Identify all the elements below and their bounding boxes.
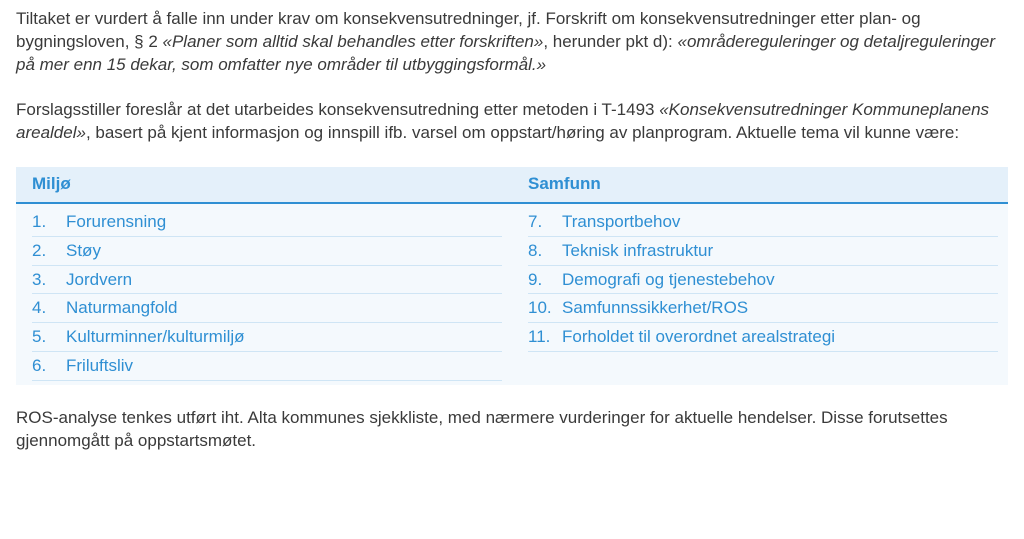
item-label: Støy xyxy=(66,240,502,263)
item-label: Jordvern xyxy=(66,269,502,292)
item-number: 2. xyxy=(32,240,66,263)
list-item: 3.Jordvern xyxy=(32,266,502,295)
list-item: 6.Friluftsliv xyxy=(32,352,502,381)
item-number: 3. xyxy=(32,269,66,292)
paragraph-1: Tiltaket er vurdert å falle inn under kr… xyxy=(16,8,1008,77)
p2-text-1: Forslagsstiller foreslår at det utarbeid… xyxy=(16,100,659,119)
item-number: 4. xyxy=(32,297,66,320)
item-label: Demografi og tjenestebehov xyxy=(562,269,998,292)
table-header: Miljø Samfunn xyxy=(16,167,1008,204)
list-item: 9.Demografi og tjenestebehov xyxy=(528,266,998,295)
p1-italic-1: «Planer som alltid skal behandles etter … xyxy=(163,32,544,51)
list-item: 4.Naturmangfold xyxy=(32,294,502,323)
paragraph-2: Forslagsstiller foreslår at det utarbeid… xyxy=(16,99,1008,145)
item-number: 7. xyxy=(528,211,562,234)
list-item: 10.Samfunnssikkerhet/ROS xyxy=(528,294,998,323)
item-number: 10. xyxy=(528,297,562,320)
item-label: Forurensning xyxy=(66,211,502,234)
item-label: Naturmangfold xyxy=(66,297,502,320)
table-col2: 7.Transportbehov 8.Teknisk infrastruktur… xyxy=(512,204,1008,386)
item-number: 11. xyxy=(528,326,562,349)
list-item: 7.Transportbehov xyxy=(528,208,998,237)
table-header-col2: Samfunn xyxy=(512,167,1008,202)
list-item: 8.Teknisk infrastruktur xyxy=(528,237,998,266)
item-number: 5. xyxy=(32,326,66,349)
list-item: 5.Kulturminner/kulturmiljø xyxy=(32,323,502,352)
item-label: Forholdet til overordnet arealstrategi xyxy=(562,326,998,349)
table-col1: 1.Forurensning 2.Støy 3.Jordvern 4.Natur… xyxy=(16,204,512,386)
table-body: 1.Forurensning 2.Støy 3.Jordvern 4.Natur… xyxy=(16,204,1008,386)
item-label: Samfunnssikkerhet/ROS xyxy=(562,297,998,320)
item-number: 9. xyxy=(528,269,562,292)
list-item: 1.Forurensning xyxy=(32,208,502,237)
item-number: 1. xyxy=(32,211,66,234)
item-label: Friluftsliv xyxy=(66,355,502,378)
item-number: 6. xyxy=(32,355,66,378)
p2-text-2: , basert på kjent informasjon og innspil… xyxy=(86,123,959,142)
item-label: Kulturminner/kulturmiljø xyxy=(66,326,502,349)
item-label: Transportbehov xyxy=(562,211,998,234)
list-item: 11.Forholdet til overordnet arealstrateg… xyxy=(528,323,998,352)
paragraph-3: ROS-analyse tenkes utført iht. Alta komm… xyxy=(16,407,1008,453)
list-item: 2.Støy xyxy=(32,237,502,266)
topics-table: Miljø Samfunn 1.Forurensning 2.Støy 3.Jo… xyxy=(16,167,1008,386)
p1-text-2: , herunder pkt d): xyxy=(543,32,677,51)
item-label: Teknisk infrastruktur xyxy=(562,240,998,263)
item-number: 8. xyxy=(528,240,562,263)
table-header-col1: Miljø xyxy=(16,167,512,202)
